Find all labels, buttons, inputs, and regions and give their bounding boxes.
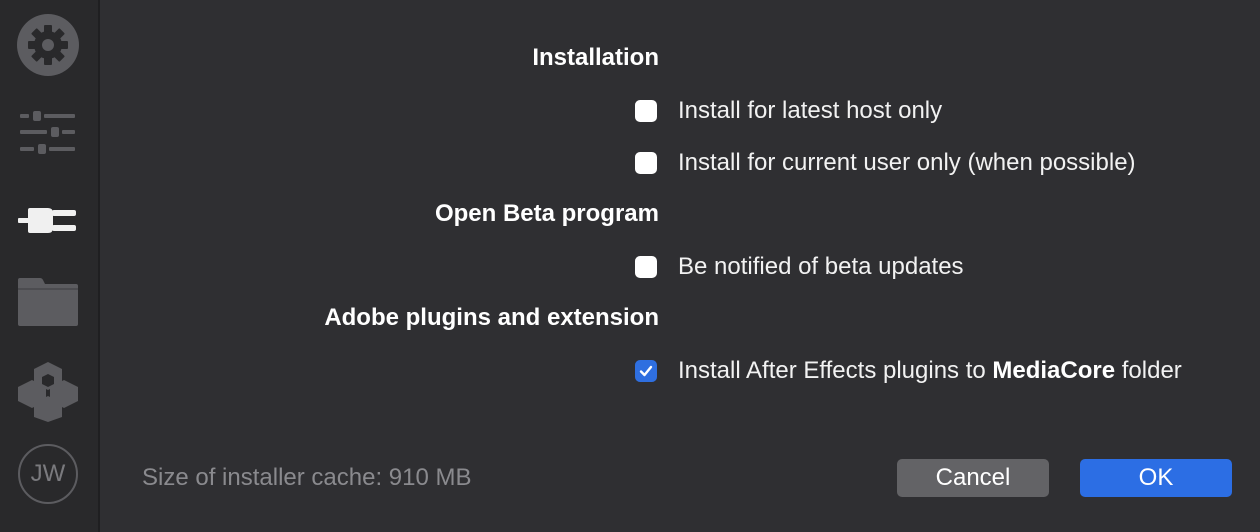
ok-button[interactable]: OK	[1080, 459, 1232, 497]
gear-icon	[17, 14, 79, 76]
folder-icon	[18, 278, 78, 326]
option-label: Install After Effects plugins to MediaCo…	[678, 357, 1182, 385]
installer-cache-size: Size of installer cache: 910 MB	[142, 464, 472, 491]
option-latest-host-only[interactable]: Install for latest host only	[635, 97, 942, 125]
sidebar: JW	[0, 0, 100, 532]
sidebar-item-folders[interactable]	[16, 268, 80, 332]
checkmark-icon	[639, 365, 653, 377]
section-title-adobe: Adobe plugins and extension	[324, 304, 659, 331]
option-label: Install for current user only (when poss…	[678, 149, 1136, 176]
option-label-suffix: folder	[1115, 357, 1182, 384]
settings-panel: Installation Install for latest host onl…	[100, 0, 1260, 532]
avatar-initials: JW	[30, 460, 66, 487]
checkbox-latest-host-only[interactable]	[635, 100, 657, 122]
option-mediacore-folder[interactable]: Install After Effects plugins to MediaCo…	[635, 357, 1182, 385]
checkbox-current-user-only[interactable]	[635, 152, 657, 174]
option-label-bold: MediaCore	[992, 357, 1116, 384]
section-title-beta: Open Beta program	[434, 200, 659, 227]
option-current-user-only[interactable]: Install for current user only (when poss…	[635, 149, 1136, 177]
option-label: Be notified of beta updates	[678, 253, 964, 280]
plug-icon	[18, 208, 76, 233]
avatar: JW	[18, 444, 78, 504]
sidebar-item-plugins[interactable]	[16, 188, 80, 252]
checkbox-mediacore-folder[interactable]	[635, 360, 657, 382]
cancel-button[interactable]: Cancel	[897, 459, 1049, 497]
cubes-icon	[18, 362, 78, 422]
sidebar-item-preferences[interactable]	[16, 101, 80, 165]
section-title-installation: Installation	[532, 44, 659, 71]
sidebar-item-general[interactable]	[16, 13, 80, 77]
option-label-prefix: Install After Effects plugins to	[678, 357, 993, 384]
sliders-icon	[20, 111, 75, 154]
sidebar-item-extensions[interactable]	[16, 358, 80, 422]
option-label: Install for latest host only	[678, 97, 943, 124]
option-beta-updates[interactable]: Be notified of beta updates	[635, 253, 964, 281]
sidebar-item-account[interactable]: JW	[16, 442, 80, 506]
checkbox-beta-updates[interactable]	[635, 256, 657, 278]
